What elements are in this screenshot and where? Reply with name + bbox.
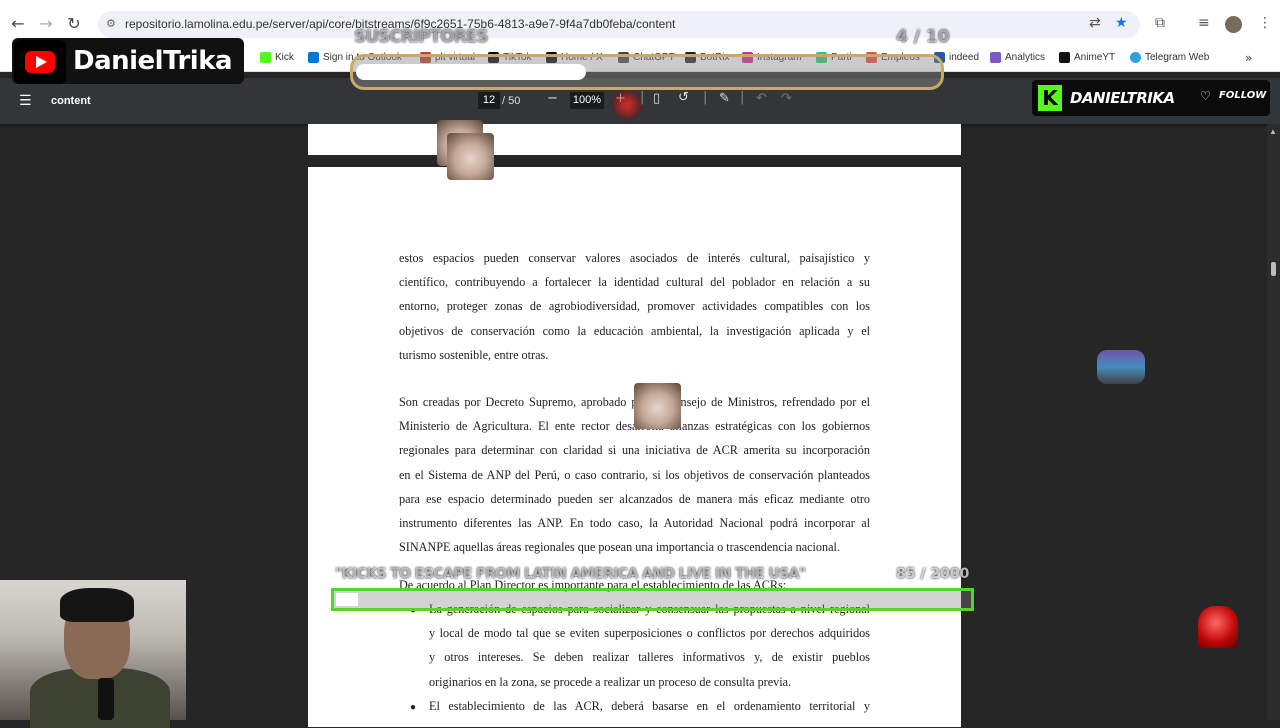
- mascot-sticker: [1097, 350, 1145, 384]
- text-line: originarios en la zona, se procede a rea…: [429, 674, 792, 689]
- bookmark-star-icon[interactable]: ★: [1115, 15, 1128, 31]
- pdf-page-previous: [308, 124, 961, 155]
- bullet-item-1: La generación de espacios para socializa…: [429, 597, 870, 694]
- kick-goal-label: "KICKS TO ESCAPE FROM LATIN AMERICA AND …: [335, 566, 806, 582]
- media-icon[interactable]: ≡: [1198, 15, 1210, 31]
- redo-icon[interactable]: ↷: [781, 91, 792, 106]
- outlook-icon: [308, 52, 319, 63]
- text-line: en el Sistema de ANP del Perú, o caso co…: [399, 467, 870, 482]
- site-info-icon[interactable]: ⚙: [106, 17, 116, 30]
- bookmark-telegram[interactable]: Telegram Web: [1130, 52, 1209, 63]
- kick-goal-count: 85 / 2000: [896, 566, 970, 582]
- text-line: estos espacios pueden conservar valores …: [399, 251, 870, 265]
- analytics-icon: [990, 52, 1001, 63]
- youtube-channel-name: DanielTrika: [73, 46, 233, 76]
- kick-logo-icon: K: [1038, 85, 1062, 111]
- text-line: y otros intereses. Se deben realizar tal…: [429, 650, 870, 665]
- bookmark-animeyt[interactable]: AnimeYT: [1059, 52, 1115, 63]
- scroll-up-icon[interactable]: ▲: [1269, 127, 1277, 136]
- more-menu-icon[interactable]: ⋮: [1258, 15, 1272, 31]
- zoom-out-icon[interactable]: −: [547, 91, 558, 106]
- document-title: content: [51, 95, 91, 107]
- scrollbar[interactable]: [1267, 124, 1280, 720]
- subscriber-goal-label: SUSCRIPTORES: [354, 27, 489, 47]
- text-line: y local de modo tal que se eviten superp…: [429, 626, 870, 641]
- play-triangle-icon: [36, 56, 47, 68]
- scroll-thumb[interactable]: [1271, 262, 1276, 276]
- youtube-icon: [1059, 52, 1070, 63]
- siren-icon: [1198, 606, 1238, 648]
- text-line: El establecimiento de las ACR, deberá ba…: [429, 699, 870, 713]
- kick-icon: [260, 52, 271, 63]
- kick-follow-label: FOLLOW: [1219, 90, 1267, 101]
- toolbar-divider-2: |: [703, 90, 708, 105]
- forward-icon[interactable]: →: [36, 14, 56, 34]
- more-bookmarks-icon[interactable]: »: [1245, 51, 1252, 65]
- text-line: para ese espacio determinado pueden ser …: [399, 491, 870, 506]
- hamster-sticker: [447, 133, 494, 180]
- telegram-icon: [1130, 52, 1141, 63]
- bookmark-analytics[interactable]: Analytics: [990, 52, 1045, 63]
- bullet-marker: ●: [410, 702, 417, 713]
- heart-icon: ♡: [1200, 89, 1211, 103]
- back-icon[interactable]: ←: [8, 14, 28, 34]
- text-line: SINANPE aquellas áreas regionales que po…: [399, 540, 840, 555]
- rotate-icon[interactable]: ↺: [678, 90, 689, 105]
- fit-page-icon[interactable]: ▯: [653, 91, 660, 106]
- hamburger-menu-icon[interactable]: ☰: [19, 93, 32, 109]
- text-line: científico, contribuyendo a fortalecer l…: [399, 275, 870, 290]
- microphone-icon: [98, 678, 114, 720]
- bookmark-kick[interactable]: Kick: [260, 52, 294, 63]
- kick-goal-fill: [336, 593, 358, 606]
- extensions-icon[interactable]: ⧉: [1155, 15, 1165, 31]
- text-line: turismo sostenible, entre otras.: [399, 347, 549, 362]
- paragraph-1: estos espacios pueden conservar valores …: [399, 246, 870, 367]
- profile-avatar[interactable]: [1225, 16, 1242, 33]
- text-line: entorno, proteger zonas de agrobiodivers…: [399, 299, 870, 314]
- page-total: / 50: [502, 95, 521, 107]
- subscriber-goal-count: 4 / 10: [896, 27, 950, 47]
- hamster-sticker: [634, 383, 681, 429]
- kick-goal-bar: [331, 588, 974, 611]
- siren-glow-icon: [612, 90, 642, 120]
- text-line: instrumento diferentes las ANP. En todo …: [399, 515, 870, 530]
- text-line: regionales para determinar con claridad …: [399, 443, 870, 458]
- bullet-item-2: El establecimiento de las ACR, deberá ba…: [429, 694, 870, 718]
- subscriber-goal-fill: [356, 64, 586, 80]
- text-line: objetivos de conservación como la educac…: [399, 323, 870, 338]
- reload-icon[interactable]: ↻: [64, 14, 84, 34]
- annotate-icon[interactable]: ✎: [719, 91, 730, 106]
- undo-icon[interactable]: ↶: [756, 91, 767, 106]
- zoom-input[interactable]: 100%: [570, 92, 604, 109]
- page-number-input[interactable]: 12: [478, 92, 500, 109]
- translate-icon[interactable]: ⇄: [1089, 15, 1101, 31]
- kick-channel-name: DANIELTRIKA: [1070, 89, 1175, 107]
- webcam-person-hair: [60, 588, 134, 622]
- toolbar-divider-3: |: [740, 90, 745, 105]
